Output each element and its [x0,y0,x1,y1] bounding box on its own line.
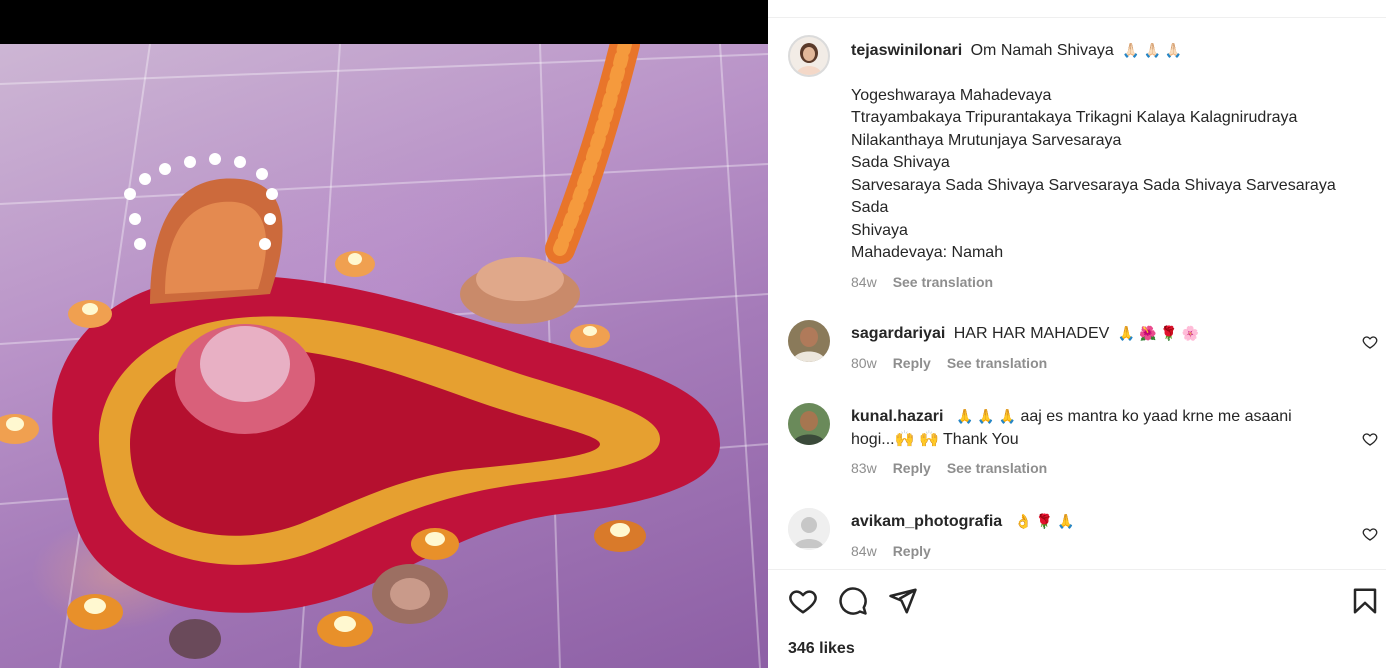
avatar-image [788,403,830,445]
comment-age[interactable]: 84w [851,540,877,563]
avatar-image [790,37,828,75]
comment-like-heart-icon[interactable] [1362,526,1378,542]
commenter-username[interactable]: kunal.hazari [851,408,943,425]
post-side-panel: tejaswinilonari Om Namah Shivaya 🙏🏻 🙏🏻 🙏… [768,0,1386,668]
reply-button[interactable]: Reply [893,352,931,375]
comment-text: kunal.hazari 🙏 🙏 🙏 aaj es mantra ko yaad… [851,405,1351,480]
default-avatar-icon [788,508,830,550]
comment-emoji: 👌 🌹 🙏 [1014,513,1075,529]
caption-text: tejaswinilonari Om Namah Shivaya 🙏🏻 🙏🏻 🙏… [851,39,1351,293]
caption-line: Sarvesaraya Sada Shivaya Sarvesaraya Sad… [851,176,1336,194]
author-username[interactable]: tejaswinilonari [851,42,962,59]
post-media [0,0,768,668]
caption-line: Sada Shivaya [851,154,950,171]
reply-button[interactable]: Reply [893,457,931,480]
caption-line: Shivaya [851,221,908,239]
comment-body-line2: hogi...🙌 🙌 Thank You [851,430,1019,448]
caption-line: Nilakanthaya Mrutunjaya Sarvesaraya [851,131,1122,149]
comment-emoji: 🙏 🙏 🙏 [955,408,1017,424]
caption-line: Yogeshwaraya Mahadevaya [851,86,1052,104]
commenter-avatar[interactable] [788,508,830,550]
comment-age[interactable]: 83w [851,457,877,480]
comment-meta: 83w Reply See translation [851,457,1351,480]
reply-button[interactable]: Reply [893,540,931,563]
comment-age[interactable]: 80w [851,352,877,375]
caption-emoji: 🙏🏻 🙏🏻 🙏🏻 [1122,42,1183,58]
see-translation-button[interactable]: See translation [947,457,1047,480]
heart-icon[interactable] [788,586,818,616]
see-translation-button[interactable]: See translation [947,352,1047,375]
comment-body: aaj es mantra ko yaad krne me asaani [1020,408,1292,425]
comment-text: sagardariyai HAR HAR MAHADEV 🙏 🌺 🌹 🌸 80w… [851,322,1351,374]
commenter-avatar[interactable] [788,320,830,362]
comment-text: avikam_photografia 👌 🌹 🙏 84w Reply [851,510,1351,562]
post-photo[interactable] [0,44,768,668]
avatar-image [788,320,830,362]
comment-meta: 80w Reply See translation [851,352,1351,375]
comment-emoji: 🙏 🌺 🌹 🌸 [1117,325,1200,341]
shivling-offering-illustration [0,44,768,668]
share-icon[interactable] [888,586,918,616]
comments-section[interactable]: tejaswinilonari Om Namah Shivaya 🙏🏻 🙏🏻 🙏… [768,18,1386,569]
caption-age[interactable]: 84w [851,271,877,294]
commenter-username[interactable]: avikam_photografia [851,513,1002,530]
caption-line: Sada [851,199,889,216]
commenter-username[interactable]: sagardariyai [851,325,945,342]
comment-like-heart-icon[interactable] [1362,431,1378,447]
author-avatar[interactable] [788,35,830,77]
caption-lines: Yogeshwaraya Mahadevaya Ttrayambakaya Tri… [851,85,1351,265]
commenter-avatar[interactable] [788,403,830,445]
comment-meta: 84w Reply [851,540,1351,563]
comment-body: HAR HAR MAHADEV [953,325,1110,342]
likes-count[interactable]: 346 likes [788,640,855,658]
caption-first-line: Om Namah Shivaya [970,42,1114,59]
bookmark-icon[interactable] [1350,586,1380,616]
post-actions-bar [788,586,1380,620]
comment-like-heart-icon[interactable] [1362,334,1378,350]
comment-icon[interactable] [838,586,868,616]
caption-see-translation[interactable]: See translation [893,271,993,294]
divider [768,569,1386,570]
caption-line: Mahadevaya: Namah [851,244,1004,261]
caption-line: Ttrayambakaya Tripurantakaya Trikagni Ka… [851,109,1298,126]
caption-meta: 84w See translation [851,271,1351,294]
